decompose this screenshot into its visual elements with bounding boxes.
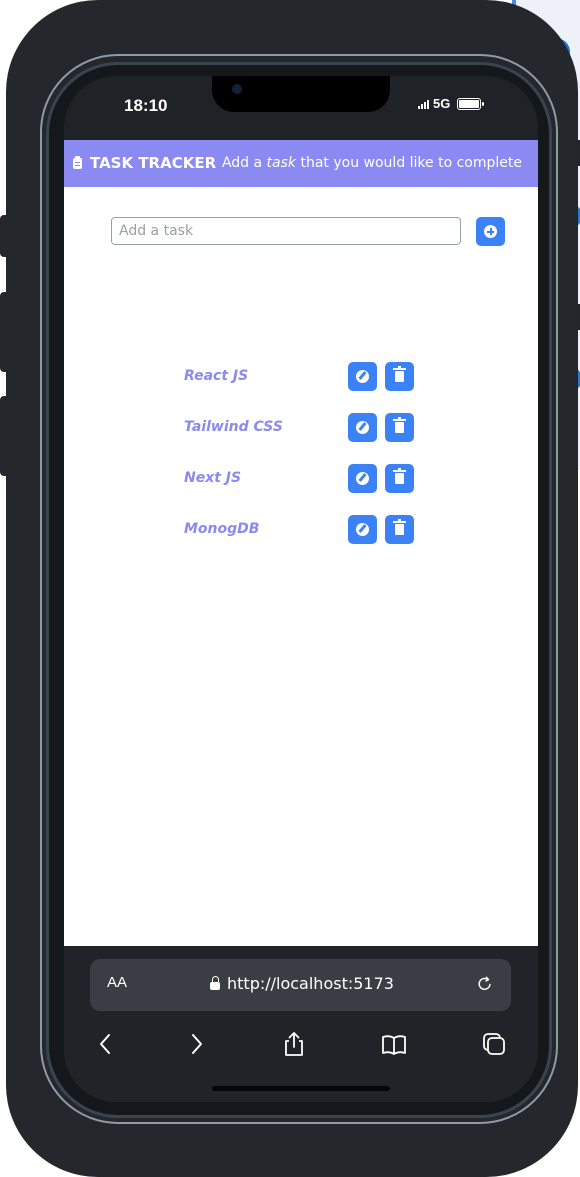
delete-task-button[interactable] <box>385 515 414 544</box>
edit-task-button[interactable] <box>348 515 377 544</box>
forward-icon[interactable] <box>182 1030 210 1058</box>
task-label: Next JS <box>184 470 242 486</box>
text-size-button[interactable]: AA <box>107 974 127 991</box>
app-header: TASK TRACKER Add a task that you would l… <box>64 140 538 187</box>
status-time: 18:10 <box>124 96 168 115</box>
header-subtitle: Add a task that you would like to comple… <box>222 155 522 171</box>
status-indicators: 5G <box>418 96 485 111</box>
subtitle-pre: Add a <box>221 155 267 171</box>
url-text: http://localhost:5173 <box>227 974 394 993</box>
reload-icon[interactable] <box>476 975 494 993</box>
edit-icon <box>356 472 369 485</box>
brand-title: TASK TRACKER <box>90 154 217 172</box>
browser-toolbar: AA http://localhost:5173 <box>64 946 538 1102</box>
task-label: Tailwind CSS <box>184 419 283 435</box>
subtitle-emphasis: task <box>266 155 297 171</box>
volume-down-button <box>0 396 10 476</box>
plus-circle-icon <box>484 225 497 238</box>
delete-task-button[interactable] <box>385 362 414 391</box>
edit-task-button[interactable] <box>348 413 377 442</box>
task-item: React JS <box>64 362 538 392</box>
home-indicator[interactable] <box>212 1086 390 1091</box>
edit-icon <box>356 370 369 383</box>
task-item: MonogDB <box>64 515 538 545</box>
task-label: MonogDB <box>184 521 260 537</box>
lock-icon <box>210 975 220 990</box>
battery-icon <box>457 97 485 110</box>
edit-task-button[interactable] <box>348 464 377 493</box>
trash-icon <box>393 417 406 433</box>
url-display[interactable]: http://localhost:5173 <box>210 974 394 993</box>
phone-screen: 18:10 5G TASK TRACKER Add a task that yo… <box>64 76 538 1102</box>
tabs-icon[interactable] <box>480 1030 508 1058</box>
task-input[interactable] <box>111 217 461 245</box>
edit-icon <box>356 421 369 434</box>
bookmarks-icon[interactable] <box>380 1030 408 1058</box>
camera <box>232 84 242 94</box>
notch <box>212 76 390 112</box>
add-task-button[interactable] <box>476 217 505 246</box>
side-button <box>0 215 10 257</box>
task-tracker-app: TASK TRACKER Add a task that you would l… <box>64 140 538 946</box>
volume-up-button <box>0 292 10 372</box>
subtitle-post: that you would like to complete <box>296 155 522 171</box>
trash-icon <box>393 468 406 484</box>
task-label: React JS <box>184 368 249 384</box>
back-icon[interactable] <box>92 1030 120 1058</box>
brand[interactable]: TASK TRACKER <box>73 154 216 172</box>
clipboard-icon <box>73 155 82 169</box>
signal-icon <box>418 99 429 109</box>
edit-task-button[interactable] <box>348 362 377 391</box>
edit-icon <box>356 523 369 536</box>
trash-icon <box>393 366 406 382</box>
delete-task-button[interactable] <box>385 413 414 442</box>
trash-icon <box>393 519 406 535</box>
delete-task-button[interactable] <box>385 464 414 493</box>
network-label: 5G <box>433 96 451 111</box>
task-item: Next JS <box>64 464 538 494</box>
share-icon[interactable] <box>280 1030 308 1058</box>
address-bar[interactable]: AA http://localhost:5173 <box>90 959 511 1011</box>
task-item: Tailwind CSS <box>64 413 538 443</box>
